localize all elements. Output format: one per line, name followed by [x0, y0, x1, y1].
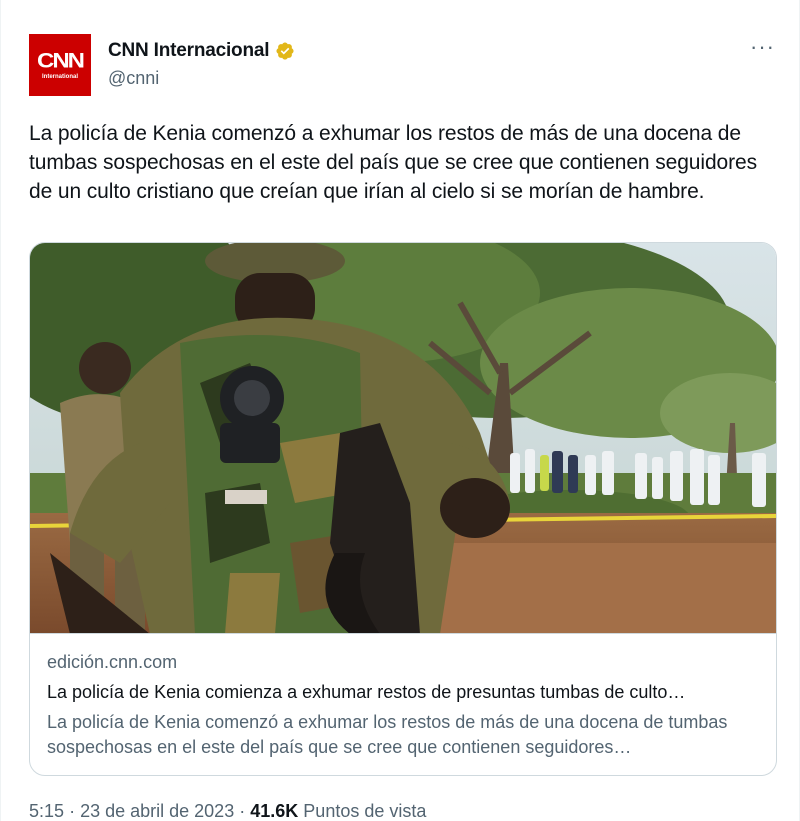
- tweet-header: CNN International CNN Internacional @cnn…: [29, 34, 779, 98]
- card-title: La policía de Kenia comienza a exhumar r…: [47, 682, 686, 702]
- views-label: Puntos de vista: [303, 801, 427, 821]
- more-horizontal-icon[interactable]: ···: [750, 36, 775, 58]
- card-description: La policía de Kenia comenzó a exhumar lo…: [47, 712, 728, 757]
- tweet-meta: 5:15 · 23 de abril de 2023 · 41.6K Punto…: [29, 801, 426, 821]
- avatar-logo-subtext: International: [41, 74, 78, 80]
- verified-badge-icon[interactable]: [275, 41, 295, 61]
- meta-separator: ·: [69, 801, 76, 821]
- account-handle[interactable]: @cnni: [108, 68, 295, 89]
- display-name[interactable]: CNN Internacional: [108, 40, 269, 62]
- views-count: 41.6K: [250, 801, 299, 821]
- meta-separator: ·: [239, 801, 246, 821]
- avatar-logo-text: CNN: [37, 48, 85, 73]
- tweet[interactable]: CNN International CNN Internacional @cnn…: [0, 0, 800, 821]
- card-domain: edición.cnn.com: [47, 652, 178, 672]
- card-image[interactable]: [30, 243, 776, 634]
- tweet-text: La policía de Kenia comenzó a exhumar lo…: [29, 122, 757, 203]
- link-card[interactable]: edición.cnn.com La policía de Kenia comi…: [29, 242, 777, 776]
- account-names: CNN Internacional @cnni: [108, 40, 295, 89]
- display-name-row: CNN Internacional: [108, 40, 295, 62]
- avatar[interactable]: CNN International: [29, 34, 91, 96]
- card-photo: [30, 243, 776, 633]
- card-info: edición.cnn.com La policía de Kenia comi…: [30, 634, 776, 775]
- tweet-time[interactable]: 5:15: [29, 801, 64, 821]
- tweet-date[interactable]: 23 de abril de 2023: [80, 801, 234, 821]
